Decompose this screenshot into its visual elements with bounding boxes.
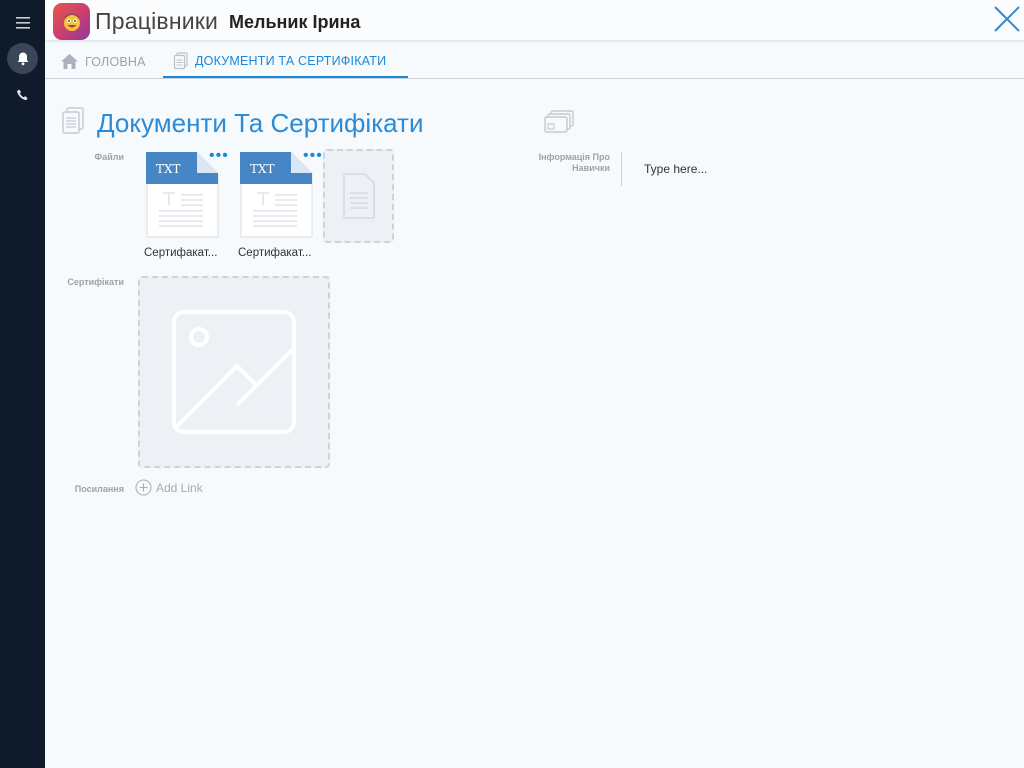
tab-home[interactable]: ГОЛОВНА [56, 46, 150, 77]
skills-info-label: Інформація Про Навички [538, 152, 610, 173]
file-upload-dropzone[interactable] [323, 149, 394, 243]
add-link-button[interactable]: Add Link [135, 479, 203, 496]
close-icon[interactable] [992, 4, 1022, 34]
tab-documents-label: ДОКУМЕНТИ ТА СЕРТИФІКАТИ [195, 54, 387, 68]
file-item[interactable]: TXT ••• Сертифакат... [144, 148, 228, 260]
image-placeholder-icon [172, 310, 296, 434]
file-name: Сертифакат... [144, 247, 218, 259]
blank-document-icon [342, 173, 375, 219]
header-bar: Працівники Мельник Ірина [45, 0, 1024, 40]
home-icon [61, 54, 78, 69]
menu-icon[interactable] [7, 7, 38, 38]
documents-section-icon [61, 107, 85, 140]
left-rail [0, 0, 45, 768]
skills-info-input[interactable]: Type here... [644, 162, 707, 176]
certificate-image-dropzone[interactable] [138, 276, 330, 468]
phone-icon[interactable] [7, 79, 38, 110]
tab-home-label: ГОЛОВНА [85, 54, 146, 69]
certificates-label: Сертифікати [67, 277, 124, 287]
svg-text:TXT: TXT [250, 162, 275, 176]
section-title: Документи Та Сертифікати [97, 108, 424, 138]
files-label: Файли [94, 152, 124, 162]
file-menu-icon[interactable]: ••• [303, 148, 323, 164]
app-title: Працівники [95, 8, 219, 34]
field-divider [621, 152, 622, 186]
bell-icon[interactable] [7, 43, 38, 74]
plus-circle-icon [135, 479, 152, 496]
txt-file-icon: TXT [146, 152, 219, 238]
document-icon [173, 52, 188, 70]
tab-documents[interactable]: ДОКУМЕНТИ ТА СЕРТИФІКАТИ [163, 46, 409, 78]
tab-bar: ГОЛОВНА ДОКУМЕНТИ ТА СЕРТИФІКАТИ [45, 46, 1024, 79]
file-item[interactable]: TXT ••• Сертифакат... [238, 148, 322, 260]
svg-text:TXT: TXT [156, 162, 181, 176]
txt-file-icon: TXT [240, 152, 313, 238]
file-menu-icon[interactable]: ••• [209, 148, 229, 164]
add-link-label: Add Link [156, 480, 203, 495]
record-title: Мельник Ірина [229, 12, 361, 32]
file-name: Сертифакат... [238, 247, 312, 259]
links-label: Посилання [74, 484, 124, 494]
skills-section-icon [543, 110, 575, 141]
app-logo [53, 3, 90, 40]
